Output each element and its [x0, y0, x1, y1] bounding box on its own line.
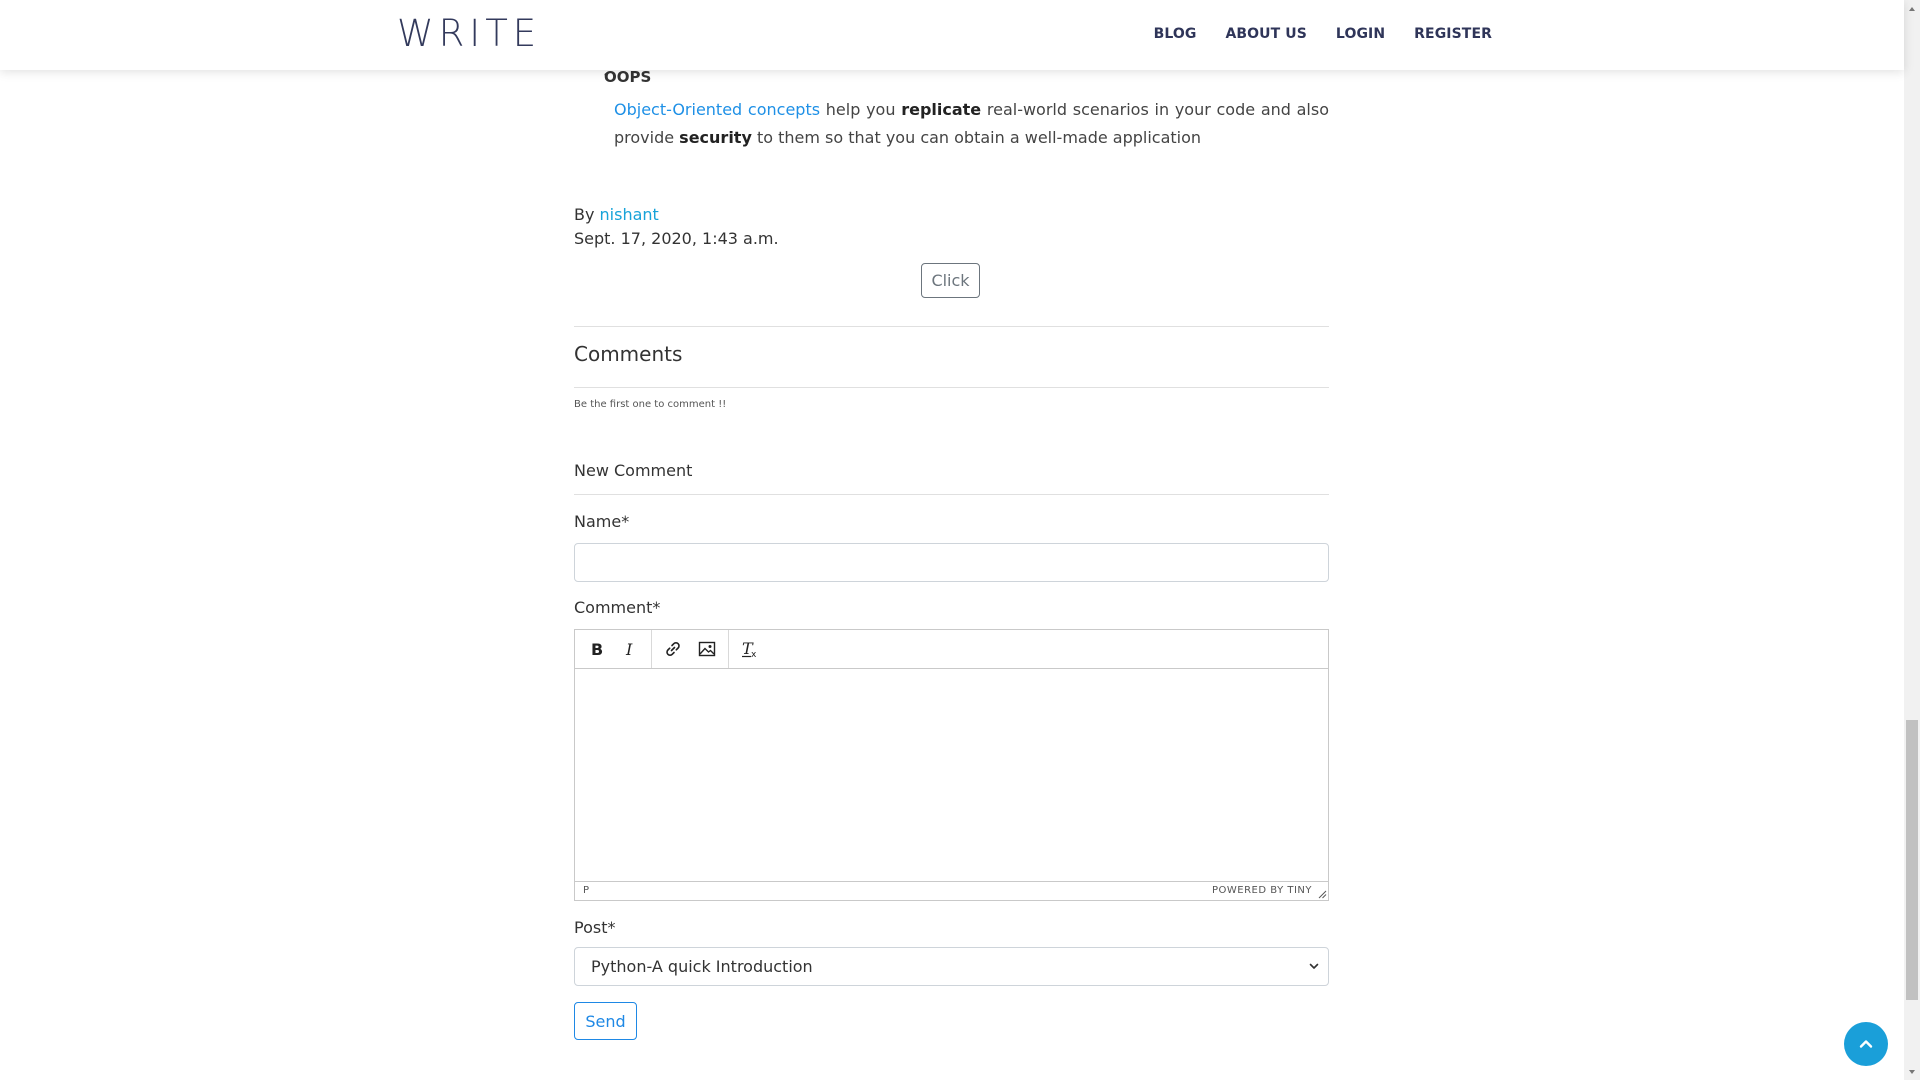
top-navbar: WRITE BLOG ABOUT US LOGIN REGISTER [0, 0, 1904, 70]
editor-toolbar: B I T x [575, 630, 1328, 669]
resize-handle-icon[interactable] [1317, 889, 1327, 899]
name-input[interactable] [574, 543, 1329, 582]
svg-text:B: B [591, 641, 603, 657]
paragraph-text: help you [820, 100, 902, 119]
svg-text:I: I [625, 641, 633, 657]
back-to-top-button[interactable] [1844, 1022, 1888, 1066]
link-icon[interactable] [656, 632, 690, 666]
element-path[interactable]: P [583, 885, 589, 896]
by-label: By [574, 205, 600, 224]
divider [574, 387, 1329, 388]
chevron-up-icon [1859, 1040, 1873, 1048]
name-label: Name* [574, 512, 630, 531]
main-nav: BLOG ABOUT US LOGIN REGISTER [1154, 26, 1492, 42]
svg-text:x: x [751, 650, 757, 658]
comment-editor: B I T x P POWERED BY TINY [574, 629, 1329, 901]
divider [574, 326, 1329, 327]
post-select[interactable]: Python-A quick Introduction [574, 947, 1329, 986]
post-select-value: Python-A quick Introduction [591, 957, 813, 976]
post-label: Post* [574, 918, 616, 937]
comment-textarea[interactable] [575, 669, 1328, 881]
chevron-down-icon [1309, 963, 1319, 969]
site-logo[interactable]: WRITE [397, 12, 541, 55]
post-date: Sept. 17, 2020, 1:43 a.m. [574, 229, 779, 248]
nav-blog[interactable]: BLOG [1154, 26, 1197, 42]
comments-heading: Comments [574, 342, 683, 366]
italic-icon[interactable]: I [613, 632, 647, 666]
nav-login[interactable]: LOGIN [1336, 26, 1385, 42]
paragraph-bold: security [679, 128, 752, 147]
clear-format-icon[interactable]: T x [733, 632, 767, 666]
bold-icon[interactable]: B [579, 632, 613, 666]
comment-label: Comment* [574, 598, 661, 617]
scroll-up-icon[interactable] [1904, 0, 1920, 17]
byline: By nishant [574, 205, 659, 224]
oop-concepts-link[interactable]: Object-Oriented concepts [614, 100, 820, 119]
bullet-paragraph: Object-Oriented concepts help you replic… [614, 96, 1329, 152]
paragraph-text: to them so that you can obtain a well-ma… [751, 128, 1202, 147]
paragraph-bold: replicate [901, 100, 982, 119]
toolbar-group-insert [652, 630, 729, 668]
toolbar-group-format: B I [575, 630, 652, 668]
editor-statusbar: P POWERED BY TINY [575, 881, 1328, 900]
new-comment-heading: New Comment [574, 461, 693, 480]
scroll-down-icon[interactable] [1904, 1063, 1920, 1080]
bullet-title: OOPS [604, 68, 652, 86]
no-comments-message: Be the first one to comment !! [574, 399, 727, 410]
nav-about-us[interactable]: ABOUT US [1225, 26, 1306, 42]
nav-register[interactable]: REGISTER [1414, 26, 1492, 42]
divider [574, 494, 1329, 495]
toolbar-group-clear: T x [729, 630, 771, 668]
author-link[interactable]: nishant [600, 205, 659, 224]
scrollbar-thumb[interactable] [1906, 720, 1918, 1000]
page-scrollbar[interactable] [1904, 0, 1920, 1080]
send-button[interactable]: Send [574, 1002, 637, 1040]
image-icon[interactable] [690, 632, 724, 666]
click-button[interactable]: Click [921, 263, 980, 298]
powered-by-tiny[interactable]: POWERED BY TINY [1212, 885, 1312, 896]
